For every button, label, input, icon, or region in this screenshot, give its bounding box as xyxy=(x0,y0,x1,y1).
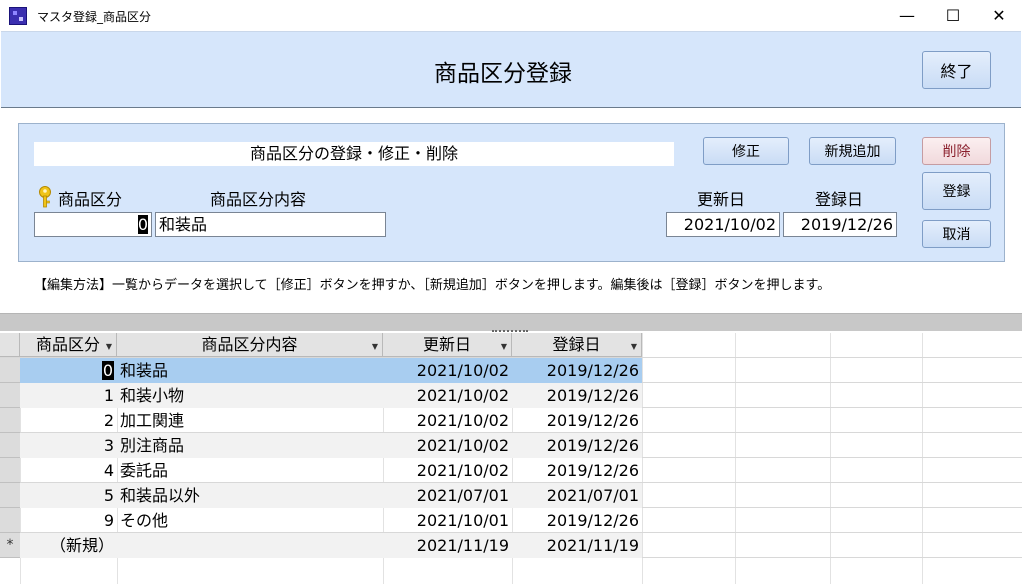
code-field-value: 0 xyxy=(137,215,148,234)
grid-column-line xyxy=(642,333,643,584)
row-selector[interactable] xyxy=(0,508,20,533)
window-title: マスタ登録_商品区分 xyxy=(37,10,152,24)
cell-updated[interactable]: 2021/10/02 xyxy=(383,383,512,408)
registered-date-label: 登録日 xyxy=(815,190,864,209)
panel-heading: 商品区分の登録・修正・削除 xyxy=(34,142,674,166)
row-selector[interactable] xyxy=(0,383,20,408)
cell-code[interactable]: 0 xyxy=(20,358,117,383)
cell-updated[interactable]: 2021/10/02 xyxy=(383,433,512,458)
new-row-updated[interactable]: 2021/11/19 xyxy=(383,533,512,558)
grid-column-line xyxy=(735,333,736,584)
cell-registered[interactable]: 2019/12/26 xyxy=(512,383,642,408)
cell-code[interactable]: 3 xyxy=(20,433,117,458)
cell-registered[interactable]: 2019/12/26 xyxy=(512,433,642,458)
cell-code-value: 9 xyxy=(103,511,114,530)
new-row-registered[interactable]: 2021/11/19 xyxy=(512,533,642,558)
new-record-button[interactable]: 新規追加 xyxy=(809,137,896,165)
cell-content[interactable]: 加工関連 xyxy=(117,408,383,433)
row-selector[interactable] xyxy=(0,458,20,483)
column-header-updated-label: 更新日 xyxy=(422,335,471,354)
registered-date-field[interactable]: 2019/12/26 xyxy=(783,212,897,237)
cell-registered[interactable]: 2019/12/26 xyxy=(512,408,642,433)
splitter-bar[interactable] xyxy=(0,313,1022,331)
content-field[interactable]: 和装品 xyxy=(155,212,386,237)
cell-registered[interactable]: 2019/12/26 xyxy=(512,508,642,533)
cell-code[interactable]: 2 xyxy=(20,408,117,433)
end-button[interactable]: 終了 xyxy=(922,51,991,89)
cell-registered[interactable]: 2019/12/26 xyxy=(512,358,642,383)
cell-content[interactable]: 和装品 xyxy=(117,358,383,383)
grid-column-line xyxy=(922,333,923,584)
cell-code-value: 4 xyxy=(103,461,114,480)
dropdown-arrow-icon[interactable]: ▼ xyxy=(372,335,378,359)
cell-content[interactable]: 委託品 xyxy=(117,458,383,483)
cell-updated[interactable]: 2021/07/01 xyxy=(383,483,512,508)
grid-column-line xyxy=(830,333,831,584)
maximize-button[interactable]: ☐ xyxy=(930,0,976,31)
cell-content[interactable]: 和装品以外 xyxy=(117,483,383,508)
dropdown-arrow-icon[interactable]: ▼ xyxy=(501,335,507,359)
cancel-button[interactable]: 取消 xyxy=(922,220,991,248)
updated-date-field[interactable]: 2021/10/02 xyxy=(666,212,780,237)
register-button[interactable]: 登録 xyxy=(922,172,991,210)
cell-content[interactable]: 和装小物 xyxy=(117,383,383,408)
column-header-content[interactable]: 商品区分内容 ▼ xyxy=(117,333,383,357)
cell-registered[interactable]: 2021/07/01 xyxy=(512,483,642,508)
cell-code-value: 2 xyxy=(103,411,114,430)
delete-button[interactable]: 削除 xyxy=(922,137,991,165)
column-header-code[interactable]: 商品区分 ▼ xyxy=(20,333,117,357)
cell-code[interactable]: 4 xyxy=(20,458,117,483)
cell-content[interactable]: 別注商品 xyxy=(117,433,383,458)
title-bar xyxy=(0,0,1022,31)
column-header-registered-label: 登録日 xyxy=(552,335,601,354)
row-selector[interactable] xyxy=(0,433,20,458)
column-header-code-label: 商品区分 xyxy=(35,335,100,354)
app-icon xyxy=(9,7,27,25)
page-title: 商品区分登録 xyxy=(434,61,572,87)
row-selector[interactable] xyxy=(0,358,20,383)
dropdown-arrow-icon[interactable]: ▼ xyxy=(631,335,637,359)
cell-code-value: 3 xyxy=(103,436,114,455)
cell-code[interactable]: 9 xyxy=(20,508,117,533)
cell-updated[interactable]: 2021/10/02 xyxy=(383,458,512,483)
minimize-button[interactable]: — xyxy=(884,0,930,31)
new-row-marker[interactable]: * xyxy=(0,533,20,558)
edit-button[interactable]: 修正 xyxy=(703,137,789,165)
row-selector[interactable] xyxy=(0,483,20,508)
key-icon xyxy=(39,186,51,208)
new-row-code[interactable]: （新規） xyxy=(20,533,117,558)
cell-code-value: 0 xyxy=(101,361,114,380)
cell-updated[interactable]: 2021/10/02 xyxy=(383,408,512,433)
close-button[interactable]: ✕ xyxy=(976,0,1022,31)
new-row-content[interactable] xyxy=(117,533,383,558)
code-label: 商品区分 xyxy=(58,190,123,209)
cell-content[interactable]: その他 xyxy=(117,508,383,533)
dropdown-arrow-icon[interactable]: ▼ xyxy=(106,335,112,359)
updated-date-label: 更新日 xyxy=(697,190,746,209)
cell-code-value: 5 xyxy=(103,486,114,505)
cell-registered[interactable]: 2019/12/26 xyxy=(512,458,642,483)
cell-code[interactable]: 1 xyxy=(20,383,117,408)
cell-updated[interactable]: 2021/10/02 xyxy=(383,358,512,383)
cell-code-value: 1 xyxy=(103,386,114,405)
help-text: 【編集方法】一覧からデータを選択して［修正］ボタンを押すか、［新規追加］ボタンを… xyxy=(34,278,831,293)
content-label: 商品区分内容 xyxy=(210,190,307,209)
cell-code[interactable]: 5 xyxy=(20,483,117,508)
select-all-corner[interactable] xyxy=(0,333,20,357)
code-field[interactable]: 0 xyxy=(34,212,152,237)
column-header-updated[interactable]: 更新日 ▼ xyxy=(383,333,512,357)
column-header-registered[interactable]: 登録日 ▼ xyxy=(512,333,642,357)
cell-updated[interactable]: 2021/10/01 xyxy=(383,508,512,533)
column-header-content-label: 商品区分内容 xyxy=(201,335,298,354)
row-selector[interactable] xyxy=(0,408,20,433)
